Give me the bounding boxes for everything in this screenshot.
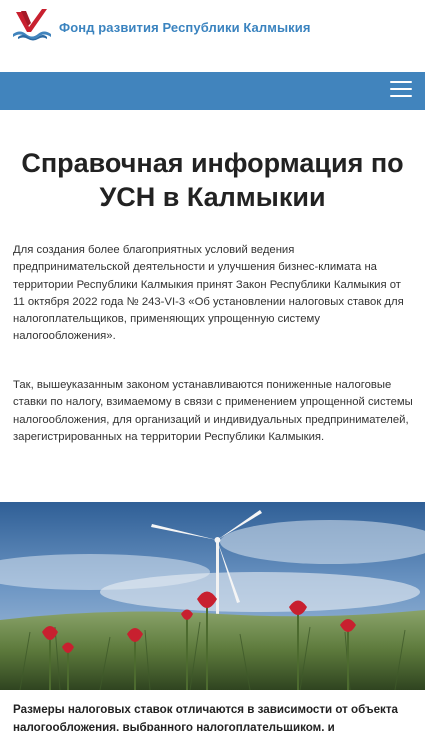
fund-logo[interactable] <box>12 8 52 42</box>
rates-paragraph: Размеры налоговых ставок отличаются в за… <box>13 703 398 731</box>
site-header: Фонд развития Республики Калмыкия <box>0 0 425 58</box>
intro-paragraph: Для создания более благоприятных условий… <box>13 244 404 343</box>
main-navbar <box>0 72 425 110</box>
law-paragraph: Так, вышеуказанным законом устанавливают… <box>13 379 413 443</box>
site-name[interactable]: Фонд развития Республики Калмыкия <box>59 20 311 35</box>
page-title: Справочная информация по УСН в Калмыкии <box>21 148 404 212</box>
hamburger-menu-icon[interactable] <box>390 81 412 101</box>
wind-turbine-photo <box>0 502 425 690</box>
